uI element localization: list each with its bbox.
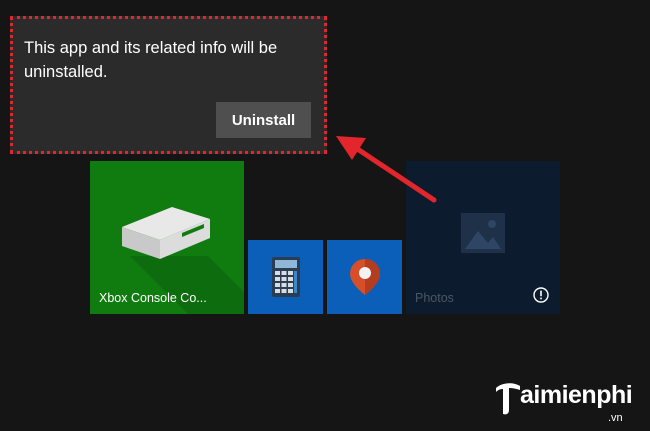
tile-maps[interactable] (327, 240, 402, 314)
uninstall-button[interactable]: Uninstall (216, 102, 311, 138)
watermark-text: aimienphi (520, 381, 633, 409)
tile-calculator[interactable] (248, 240, 323, 314)
watermark-logo-icon (496, 383, 520, 415)
uninstall-message: This app and its related info will be un… (24, 39, 278, 81)
info-icon (533, 287, 549, 303)
tile-xbox-console-companion[interactable]: Xbox Console Co... (90, 161, 244, 314)
map-pin-icon (350, 259, 380, 295)
annotation-arrow-icon (336, 136, 437, 203)
watermark: aimienphi .vn (494, 380, 644, 426)
uninstall-confirmation-flyout: This app and its related info will be un… (10, 16, 327, 154)
photos-icon (461, 213, 505, 253)
tile-label: Photos (415, 291, 454, 305)
calculator-icon (272, 257, 300, 297)
tile-label: Xbox Console Co... (99, 291, 207, 305)
xbox-console-icon (122, 207, 210, 259)
watermark-tld: .vn (608, 412, 623, 424)
